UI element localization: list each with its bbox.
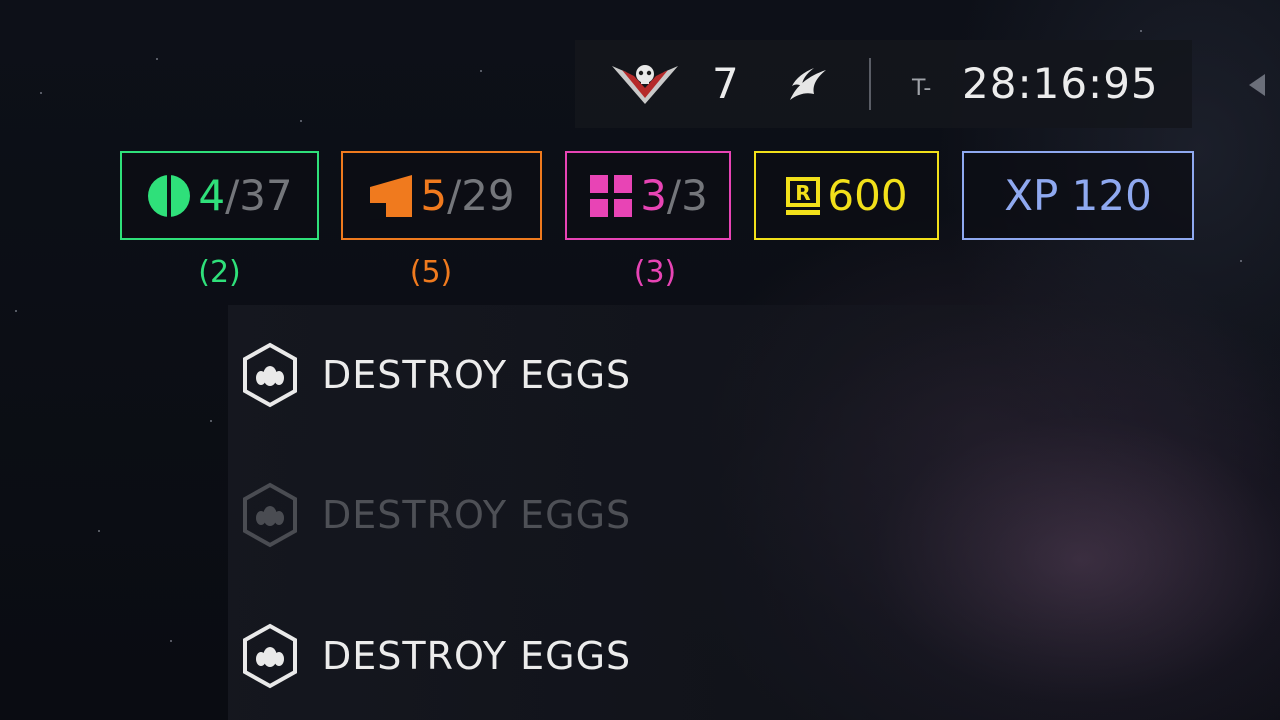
rare-samples-current: 5	[420, 170, 448, 220]
mission-timer: 28:16:95	[962, 59, 1159, 108]
super-sample-icon	[590, 174, 633, 217]
common-samples-counter: 4/37	[120, 151, 319, 240]
faction-icon	[790, 68, 826, 100]
divider	[869, 58, 871, 110]
common-sample-icon	[148, 172, 191, 219]
egg-hexagon-icon	[243, 623, 297, 689]
common-samples-total: /37	[225, 170, 293, 220]
timer-prefix: T-	[912, 76, 932, 101]
star	[210, 420, 212, 422]
rare-samples-pending: (5)	[409, 255, 453, 290]
egg-hexagon-icon	[243, 342, 297, 408]
super-samples-total: /3	[666, 170, 708, 220]
requisition-value: 600	[827, 170, 908, 220]
requisition-counter: R 600	[754, 151, 939, 240]
star	[98, 530, 100, 532]
rare-sample-icon	[370, 174, 413, 219]
super-samples-pending: (3)	[633, 255, 677, 290]
star	[480, 70, 482, 72]
requisition-icon: R	[786, 176, 821, 215]
star	[170, 640, 172, 642]
objective-label: DESTROY EGGS	[322, 634, 632, 678]
common-samples-pending: (2)	[198, 255, 241, 290]
helldiver-skull-icon	[612, 65, 678, 104]
star	[300, 120, 302, 122]
xp-counter: XP 120	[962, 151, 1194, 240]
svg-text:R: R	[796, 181, 811, 205]
super-samples-current: 3	[640, 170, 667, 220]
egg-hexagon-icon	[243, 482, 297, 548]
super-samples-counter: 3/3	[565, 151, 731, 240]
rare-samples-total: /29	[447, 170, 515, 220]
player-count: 7	[712, 59, 739, 108]
rare-samples-counter: 5/29	[341, 151, 542, 240]
game-hud: 7 T- 28:16:95 4/37 (2) 5/29 (5) 3 /3 (3)…	[0, 0, 1280, 720]
common-samples-current: 4	[198, 170, 226, 220]
star	[40, 92, 42, 94]
star	[1240, 260, 1242, 262]
objective-label: DESTROY EGGS	[322, 353, 632, 397]
star	[15, 310, 17, 312]
star	[156, 58, 158, 60]
star	[1140, 30, 1142, 32]
objective-label: DESTROY EGGS	[322, 493, 632, 537]
xp-value: XP 120	[1004, 170, 1152, 220]
collapse-arrow-icon[interactable]	[1245, 72, 1269, 98]
